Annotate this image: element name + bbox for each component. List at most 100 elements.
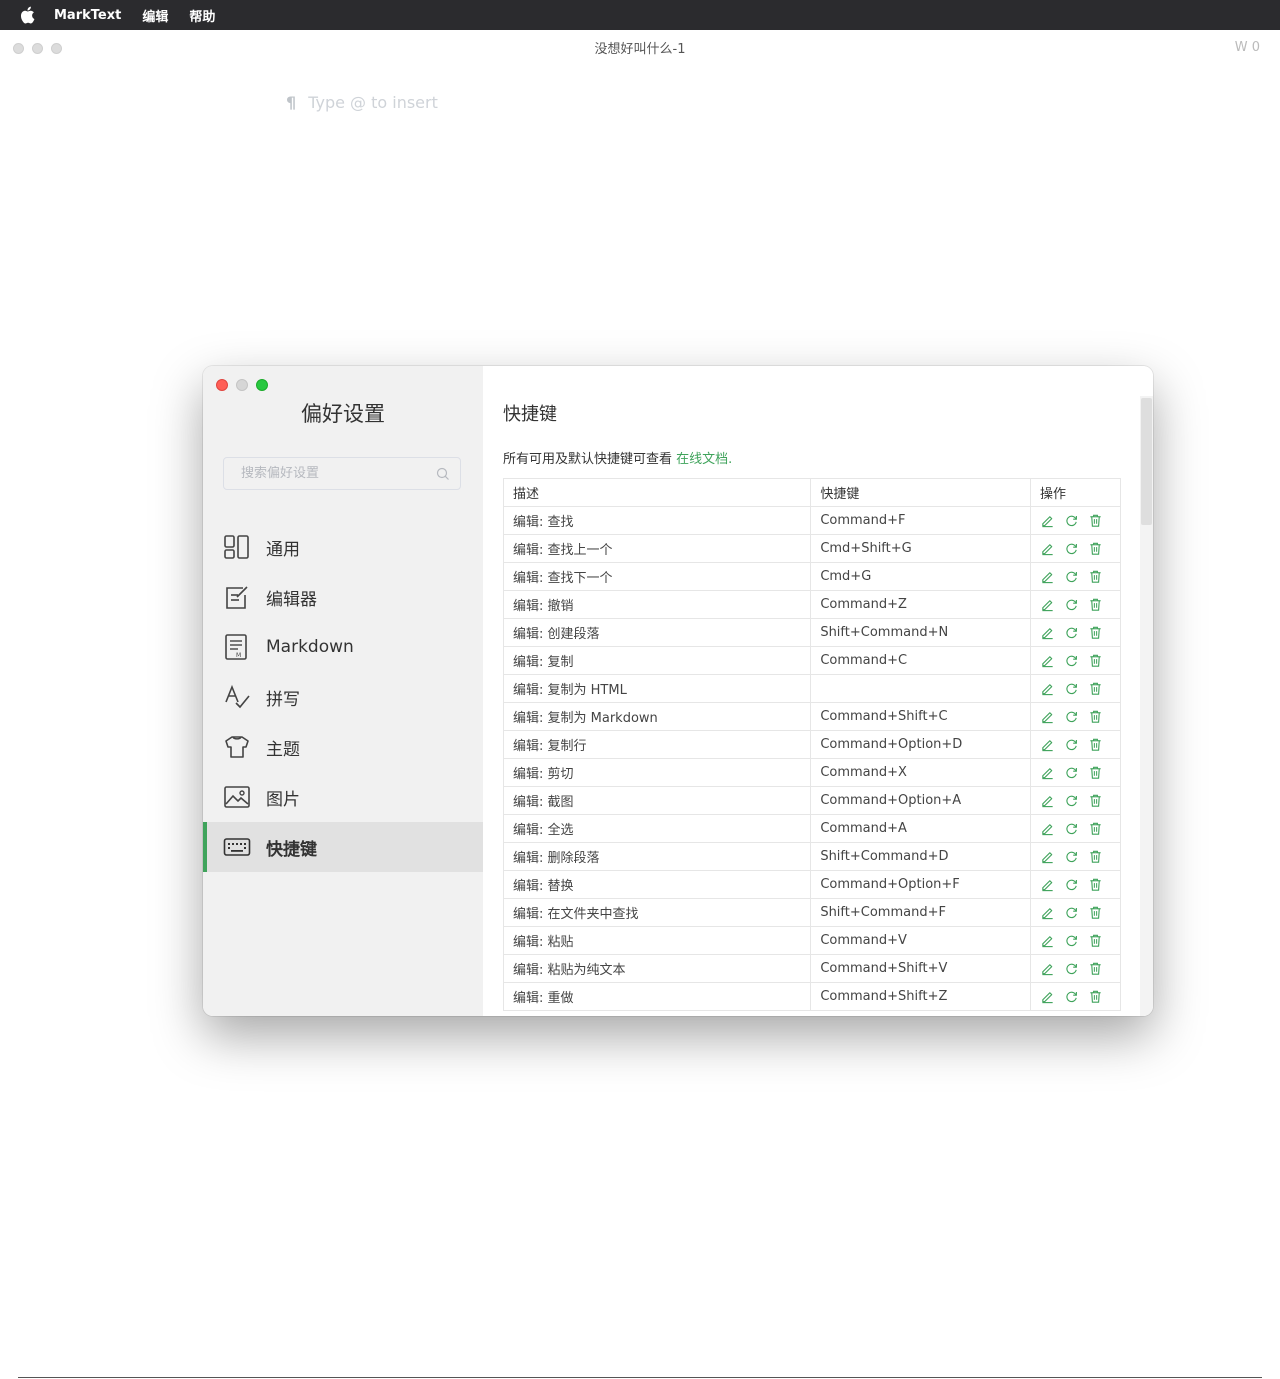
preferences-title: 偏好设置 (301, 402, 385, 426)
delete-icon[interactable] (1088, 653, 1103, 668)
edit-icon[interactable] (1040, 513, 1055, 528)
edit-icon[interactable] (1040, 681, 1055, 696)
reset-icon[interactable] (1064, 737, 1079, 752)
reset-icon[interactable] (1064, 793, 1079, 808)
sidebar-item-theme[interactable]: 主题 (203, 722, 483, 772)
delete-icon[interactable] (1088, 849, 1103, 864)
reset-icon[interactable] (1064, 625, 1079, 640)
row-actions (1030, 870, 1121, 899)
delete-icon[interactable] (1088, 877, 1103, 892)
reset-icon[interactable] (1064, 877, 1079, 892)
shortcut-description: 编辑: 复制行 (502, 730, 812, 759)
reset-icon[interactable] (1064, 597, 1079, 612)
table-row: 编辑: 剪切 Command+X (502, 758, 1121, 787)
menu-edit[interactable]: 编辑 (142, 6, 168, 25)
reset-icon[interactable] (1064, 653, 1079, 668)
sidebar-item-keybindings[interactable]: 快捷键 (203, 822, 483, 872)
shortcut-description: 编辑: 重做 (502, 982, 812, 1011)
paragraph-icon[interactable]: ¶ (286, 93, 296, 112)
delete-icon[interactable] (1088, 793, 1103, 808)
table-row: 编辑: 删除段落 Shift+Command+D (502, 842, 1121, 871)
apple-icon[interactable] (19, 6, 35, 24)
table-row: 编辑: 截图 Command+Option+A (502, 786, 1121, 815)
menu-app-name[interactable]: MarkText (54, 8, 121, 23)
keybindings-table-body: 编辑: 查找 Command+F 编辑: 查找上一个 Cmd+Shift+G 编辑: 查… (502, 506, 1121, 1011)
sidebar-item-general[interactable]: 通用 (203, 522, 483, 572)
row-actions (1030, 926, 1121, 955)
sidebar-item-spelling[interactable]: 拼写 (203, 672, 483, 722)
edit-icon[interactable] (1040, 597, 1055, 612)
scrollbar-thumb[interactable] (1141, 398, 1152, 525)
reset-icon[interactable] (1064, 513, 1079, 528)
edit-icon[interactable] (1040, 877, 1055, 892)
edit-icon[interactable] (1040, 569, 1055, 584)
row-actions (1030, 590, 1121, 619)
delete-icon[interactable] (1088, 737, 1103, 752)
edit-icon[interactable] (1040, 737, 1055, 752)
delete-icon[interactable] (1088, 541, 1103, 556)
shortcut-keys: Shift+Command+D (810, 842, 1032, 871)
reset-icon[interactable] (1064, 989, 1079, 1004)
edit-icon[interactable] (1040, 905, 1055, 920)
svg-text:M: M (236, 652, 241, 659)
reset-icon[interactable] (1064, 569, 1079, 584)
delete-icon[interactable] (1088, 597, 1103, 612)
edit-icon[interactable] (1040, 989, 1055, 1004)
shortcut-keys: Command+C (810, 646, 1032, 675)
reset-icon[interactable] (1064, 821, 1079, 836)
minimize-button[interactable] (236, 379, 248, 391)
delete-icon[interactable] (1088, 625, 1103, 640)
delete-icon[interactable] (1088, 905, 1103, 920)
shortcut-description: 编辑: 查找 (502, 506, 812, 535)
row-actions (1030, 786, 1121, 815)
table-row: 编辑: 查找上一个 Cmd+Shift+G (502, 534, 1121, 563)
delete-icon[interactable] (1088, 513, 1103, 528)
sidebar-item-label: 拼写 (266, 689, 300, 710)
shortcut-keys: Command+V (810, 926, 1032, 955)
reset-icon[interactable] (1064, 541, 1079, 556)
edit-icon[interactable] (1040, 821, 1055, 836)
word-count[interactable]: W 0 (1235, 40, 1260, 55)
reset-icon[interactable] (1064, 905, 1079, 920)
delete-icon[interactable] (1088, 765, 1103, 780)
shortcut-keys: Command+X (810, 758, 1032, 787)
reset-icon[interactable] (1064, 961, 1079, 976)
edit-icon[interactable] (1040, 933, 1055, 948)
edit-icon[interactable] (1040, 541, 1055, 556)
reset-icon[interactable] (1064, 849, 1079, 864)
reset-icon[interactable] (1064, 709, 1079, 724)
delete-icon[interactable] (1088, 989, 1103, 1004)
delete-icon[interactable] (1088, 709, 1103, 724)
delete-icon[interactable] (1088, 933, 1103, 948)
sidebar-item-editor[interactable]: 编辑器 (203, 572, 483, 622)
edit-icon[interactable] (1040, 709, 1055, 724)
delete-icon[interactable] (1088, 569, 1103, 584)
shortcut-description: 编辑: 查找上一个 (502, 534, 812, 563)
editor-placeholder-line[interactable]: ¶ Type @ to insert (286, 93, 438, 112)
search-input[interactable] (239, 465, 436, 482)
edit-icon[interactable] (1040, 793, 1055, 808)
reset-icon[interactable] (1064, 933, 1079, 948)
menu-help[interactable]: 帮助 (189, 6, 215, 25)
delete-icon[interactable] (1088, 961, 1103, 976)
shortcut-description: 编辑: 复制 (502, 646, 812, 675)
shortcut-keys: Command+Option+F (810, 870, 1032, 899)
delete-icon[interactable] (1088, 821, 1103, 836)
edit-icon[interactable] (1040, 765, 1055, 780)
edit-icon[interactable] (1040, 625, 1055, 640)
reset-icon[interactable] (1064, 765, 1079, 780)
sidebar-item-markdown[interactable]: M Markdown (203, 622, 483, 672)
edit-icon[interactable] (1040, 961, 1055, 976)
table-row: 编辑: 复制为 Markdown Command+Shift+C (502, 702, 1121, 731)
shortcut-keys: Cmd+Shift+G (810, 534, 1032, 563)
search-box[interactable] (223, 457, 461, 490)
sidebar-item-image[interactable]: 图片 (203, 772, 483, 822)
zoom-button[interactable] (256, 379, 268, 391)
search-icon[interactable] (436, 467, 450, 481)
reset-icon[interactable] (1064, 681, 1079, 696)
online-docs-link[interactable]: 在线文档. (676, 452, 732, 467)
delete-icon[interactable] (1088, 681, 1103, 696)
edit-icon[interactable] (1040, 653, 1055, 668)
edit-icon[interactable] (1040, 849, 1055, 864)
close-button[interactable] (216, 379, 228, 391)
